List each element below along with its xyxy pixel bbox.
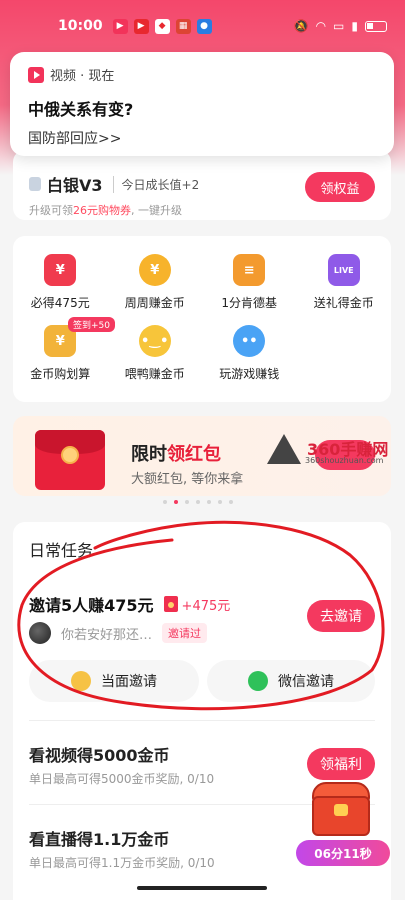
red-packet-banner[interactable]: 限时领红包 大额红包, 等你来拿 360手赚网 360shouzhuan.com bbox=[13, 416, 391, 496]
vip-card: 白银V3 今日成长值+2 升级可领26元购物券, 一键升级 领权益 bbox=[13, 150, 391, 220]
red-packet-icon: ¥ bbox=[44, 254, 77, 286]
invited-tag: 邀请过 bbox=[162, 623, 208, 643]
face-to-face-invite-button[interactable]: 当面邀请 bbox=[29, 660, 199, 702]
gold-coin-icon: ¥ bbox=[138, 254, 171, 286]
hd-icon: ▭ bbox=[333, 19, 345, 33]
daily-tasks-header: 日常任务 bbox=[29, 541, 94, 560]
feature-item[interactable]: ¥ 周周赚金币 bbox=[108, 254, 203, 311]
feature-item[interactable]: LIVE 送礼得金币 bbox=[297, 254, 392, 311]
feature-item[interactable]: ¥ 必得475元 bbox=[13, 254, 108, 311]
game-controller-icon: •• bbox=[233, 325, 266, 357]
banner-title: 限时领红包 bbox=[131, 444, 221, 465]
invited-user: 你若安好那还… 邀请过 bbox=[29, 622, 208, 644]
mute-icon: 🔕 bbox=[293, 19, 309, 33]
carousel-dot bbox=[196, 500, 200, 504]
notification-banner[interactable]: 视频 · 现在 中俄关系有变? 国防部回应>> bbox=[10, 52, 394, 156]
feature-label: 必得475元 bbox=[30, 296, 90, 310]
watermark-logo-icon bbox=[267, 434, 301, 464]
red-envelope-icon bbox=[35, 430, 105, 490]
carousel-dot-active bbox=[174, 500, 178, 504]
claim-benefits-button[interactable]: 领权益 bbox=[305, 172, 375, 202]
blue-app-icon: ● bbox=[196, 18, 212, 34]
wifi-icon: ◠ bbox=[315, 19, 327, 33]
live-task-title: 看直播得1.1万金币 bbox=[29, 830, 170, 849]
red-packet-icon bbox=[163, 596, 178, 612]
carousel-dot bbox=[218, 500, 222, 504]
video-task-title: 看视频得5000金币 bbox=[29, 746, 170, 765]
home-indicator[interactable] bbox=[137, 886, 267, 890]
invited-user-name: 你若安好那还… bbox=[61, 627, 153, 643]
status-indicators: 🔕 ◠ ▭ ▮ bbox=[294, 19, 387, 33]
notification-title: 中俄关系有变? bbox=[28, 100, 134, 119]
feature-label: 1分肯德基 bbox=[221, 296, 278, 310]
feature-item[interactable]: ≡ 1分肯德基 bbox=[202, 254, 297, 311]
feature-label: 送礼得金币 bbox=[313, 296, 374, 310]
feature-label: 喂鸭赚金币 bbox=[124, 367, 185, 381]
vip-upgrade-text: 升级可领26元购物券, 一键升级 bbox=[29, 204, 182, 217]
game-app-icon: ▦ bbox=[175, 18, 191, 34]
duck-icon: •‿• bbox=[138, 325, 171, 357]
feature-grid-card: ¥ 必得475元 ¥ 周周赚金币 ≡ 1分肯德基 LIVE 送礼得金币 ¥ 签到+50 金币购划算 •… bbox=[13, 236, 391, 402]
divider bbox=[29, 720, 375, 721]
feature-label: 金币购划算 bbox=[30, 367, 91, 381]
carousel-dot bbox=[185, 500, 189, 504]
notification-app-name: 视频 · 现在 bbox=[50, 69, 115, 84]
notification-body: 国防部回应>> bbox=[28, 131, 122, 147]
live-tv-icon: LIVE bbox=[327, 254, 360, 286]
chest-timer[interactable]: 06分11秒 bbox=[296, 840, 390, 866]
wechat-icon bbox=[248, 671, 268, 691]
treasure-chest-icon[interactable] bbox=[306, 782, 376, 838]
signal-icon: ▮ bbox=[351, 19, 358, 33]
carousel-indicator bbox=[163, 500, 233, 504]
qr-code-icon bbox=[71, 671, 91, 691]
notification-header: 视频 · 现在 bbox=[28, 65, 376, 84]
invite-reward: +475元 bbox=[181, 598, 231, 614]
go-invite-button[interactable]: 去邀请 bbox=[307, 600, 375, 632]
banner-subtitle: 大额红包, 等你来拿 bbox=[131, 472, 244, 487]
claim-welfare-button[interactable]: 领福利 bbox=[307, 748, 375, 780]
feature-item[interactable]: ¥ 签到+50 金币购划算 bbox=[13, 317, 115, 382]
vip-growth: 今日成长值+2 bbox=[112, 175, 199, 193]
avatar bbox=[29, 622, 51, 644]
silver-badge-icon bbox=[29, 177, 41, 191]
video-play-icon bbox=[28, 66, 44, 83]
feature-label: 周周赚金币 bbox=[124, 296, 185, 310]
watermark: 360手赚网 360shouzhuan.com bbox=[267, 434, 391, 484]
feature-label: 玩游戏赚钱 bbox=[219, 367, 280, 381]
feature-item[interactable]: •‿• 喂鸭赚金币 bbox=[108, 325, 203, 382]
carousel-dot bbox=[207, 500, 211, 504]
burger-icon: ≡ bbox=[233, 254, 266, 286]
status-bar: 10:00 ▶ ▶ ◆ ▦ ● 🔕 ◠ ▭ ▮ bbox=[0, 0, 405, 52]
battery-icon bbox=[365, 20, 387, 32]
video-app-icon: ▶ bbox=[112, 18, 128, 34]
douyin-app-icon: ▶ bbox=[133, 18, 149, 34]
feature-item[interactable]: •• 玩游戏赚钱 bbox=[202, 325, 297, 382]
watermark-url: 360shouzhuan.com bbox=[305, 456, 384, 465]
status-time: 10:00 bbox=[58, 18, 103, 34]
wechat-invite-button[interactable]: 微信邀请 bbox=[207, 660, 375, 702]
carousel-dot bbox=[163, 500, 167, 504]
invite-task-title: 邀请5人赚475元 +475元 bbox=[29, 596, 231, 615]
app-badge-icon: ◆ bbox=[154, 18, 170, 34]
carousel-dot bbox=[229, 500, 233, 504]
vip-level: 白银V3 bbox=[47, 176, 103, 195]
video-task-subtitle: 单日最高可得5000金币奖励, 0/10 bbox=[29, 772, 215, 786]
live-task-subtitle: 单日最高可得1.1万金币奖励, 0/10 bbox=[29, 856, 215, 870]
feature-grid: ¥ 必得475元 ¥ 周周赚金币 ≡ 1分肯德基 LIVE 送礼得金币 ¥ 签到+50 金币购划算 •… bbox=[13, 254, 391, 382]
